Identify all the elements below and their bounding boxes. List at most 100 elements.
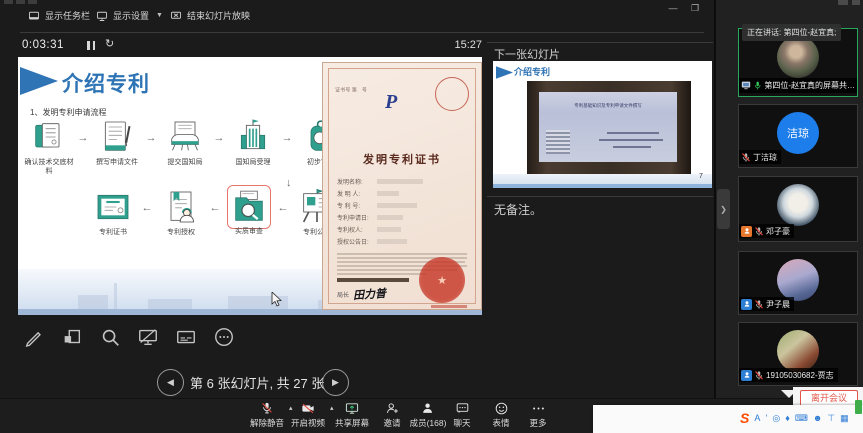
notes-separator (487, 196, 713, 197)
patent-certificate-image: 证书号 第 号 P 发明专利证书 发明名称:发 明 人:专 利 号:专利申请日:… (322, 62, 482, 310)
flow-step-label: 实质审查 (224, 228, 274, 237)
previous-slide-button[interactable]: ◀ (157, 369, 184, 396)
display-settings-button[interactable]: 显示设置 ▼ (96, 9, 163, 22)
hand-raised-badge-icon (741, 370, 752, 381)
toolbar-caret-up[interactable]: ▴ (330, 404, 334, 412)
mic-muted-icon (741, 152, 751, 163)
mouse-cursor (271, 292, 282, 308)
reset-timer-button[interactable]: ↻ (105, 37, 114, 50)
participant-tile[interactable]: 邓子豪 (738, 176, 858, 242)
toolbar-item-label: 解除静音 (250, 417, 284, 429)
flow-step-printer: 提交国知局 (158, 117, 212, 168)
phrase-icon[interactable]: ’ (765, 413, 767, 423)
certificate-fields: 发明名称:发 明 人:专 利 号:专利申请日:专利权人:授权公告日: (337, 175, 469, 247)
keyboard-icon[interactable]: ⌨ (795, 413, 808, 424)
toolbox-icon[interactable]: ▦ (840, 413, 849, 424)
display-settings-label: 显示设置 (113, 9, 149, 22)
participant-name: 第四位-赵宜真的屏幕共… (764, 80, 855, 91)
language-icon[interactable]: A (754, 413, 760, 423)
flow-step-label: 专利证书 (88, 229, 138, 238)
toolbar-item-label: 表情 (492, 417, 509, 429)
certificate-field-label: 发 明 人: (337, 189, 377, 198)
voice-icon[interactable]: ♦ (785, 413, 790, 423)
next-slide-button[interactable]: ▶ (322, 369, 349, 396)
video-icon (300, 401, 316, 416)
show-taskbar-label: 显示任务栏 (45, 9, 90, 22)
minimize-button[interactable]: — (666, 3, 680, 13)
signature: 田力普 (352, 285, 386, 303)
avatar (777, 36, 819, 78)
clothes-icon[interactable]: ⊤ (827, 413, 835, 424)
participant-tile[interactable]: 19105030682-贾志 (738, 322, 858, 386)
participant-tile[interactable]: 尹子晨 (738, 251, 858, 315)
chevron-down-icon: ▼ (156, 12, 163, 19)
video-button[interactable]: 开启视频 (291, 401, 325, 429)
signature-row: 局长 田力普 (337, 286, 386, 302)
tray-green-icon[interactable] (855, 400, 862, 414)
slide-nav-label: 第 6 张幻灯片, 共 27 张 (190, 373, 324, 392)
end-slideshow-button[interactable]: 结束幻灯片放映 (170, 9, 250, 22)
certificate-field-row: 专利申请日: (337, 211, 469, 223)
flow-step-doc-person: 专利授权 (154, 187, 208, 238)
next-slide-thumbnail[interactable]: 介绍专利 专利基础知识及专利申请文件撰写 7 (493, 61, 712, 188)
skin-icon[interactable]: ◎ (772, 413, 780, 424)
flow-arrow: → (76, 132, 90, 144)
building-icon (233, 117, 273, 157)
window-stub-icon (4, 0, 13, 4)
share-button[interactable]: 共享屏幕 (335, 401, 369, 429)
collapse-panel-button[interactable]: ❯ (717, 189, 730, 229)
emoji-button[interactable]: 表情 (492, 401, 509, 429)
clock: 15:27 (440, 39, 482, 51)
mic-muted-icon (754, 299, 764, 310)
certificate-field-value (377, 203, 417, 208)
certificate-field-label: 专利权人: (337, 225, 377, 234)
unmute-icon (259, 401, 275, 416)
pause-timer-button[interactable] (87, 41, 95, 50)
toolbar-item-label: 邀请 (383, 417, 400, 429)
more-icon (530, 401, 546, 416)
presentation-timer: 0:03:31 (22, 39, 64, 51)
certificate-field-label: 发明名称: (337, 177, 377, 186)
presenter-view-window: 显示任务栏 显示设置 ▼ 结束幻灯片放映 — ❐ ✕ 0:03:31 ↻ 15:… (0, 0, 716, 398)
members-button[interactable]: 成员(168) (410, 401, 447, 429)
certificate-field-row: 专利权人: (337, 223, 469, 235)
restore-button[interactable]: ❐ (688, 3, 702, 14)
invite-button[interactable]: 邀请 (383, 401, 400, 429)
avatar (777, 184, 819, 226)
certificate-field-row: 发 明 人: (337, 187, 469, 199)
mic-muted-icon (754, 370, 764, 381)
red-stamp-icon (435, 77, 469, 111)
toolbar-item-label: 更多 (529, 417, 546, 429)
projected-screen: 专利基础知识及专利申请文件撰写 (539, 92, 677, 162)
chat-button[interactable]: 聊天 (453, 401, 470, 429)
more-tools-button[interactable] (212, 324, 236, 350)
flow-step-label: 国知局受理 (228, 159, 278, 168)
unmute-button[interactable]: 解除静音 (250, 401, 284, 429)
flow-arrow: → (280, 132, 294, 144)
participant-namebar: 第四位-赵宜真的屏幕共… (739, 78, 858, 93)
window-stub-icon (16, 0, 25, 4)
official-seal-icon: ★ (419, 257, 465, 303)
zoom-tool-button[interactable] (98, 324, 122, 350)
pen-tool-button[interactable] (22, 324, 46, 350)
hand-raised-badge-icon (741, 226, 752, 237)
next-slide-number: 7 (699, 173, 703, 180)
slide-sorter-button[interactable] (60, 324, 84, 350)
subtitles-button[interactable] (174, 324, 198, 350)
show-taskbar-button[interactable]: 显示任务栏 (28, 9, 90, 22)
preview-separator (487, 42, 713, 43)
black-screen-button[interactable] (136, 324, 160, 350)
participant-tile[interactable]: 洁琼丁洁琼 (738, 104, 858, 168)
mic-on-icon (753, 80, 762, 91)
end-slideshow-label: 结束幻灯片放映 (187, 9, 250, 22)
participant-name: 邓子豪 (766, 226, 790, 237)
flow-step-label: 提交国知局 (160, 159, 210, 168)
account-icon[interactable]: ☻ (813, 413, 822, 423)
next-slide-title: 介绍专利 (514, 65, 550, 78)
flow-arrow: → (212, 132, 226, 144)
participant-namebar: 邓子豪 (739, 224, 794, 238)
more-button[interactable]: 更多 (529, 401, 546, 429)
flow-step-certificate: 专利证书 (86, 187, 140, 238)
sogou-logo-icon[interactable]: S (740, 410, 749, 426)
certificate-number-label: 证书号 第 号 (335, 86, 367, 94)
